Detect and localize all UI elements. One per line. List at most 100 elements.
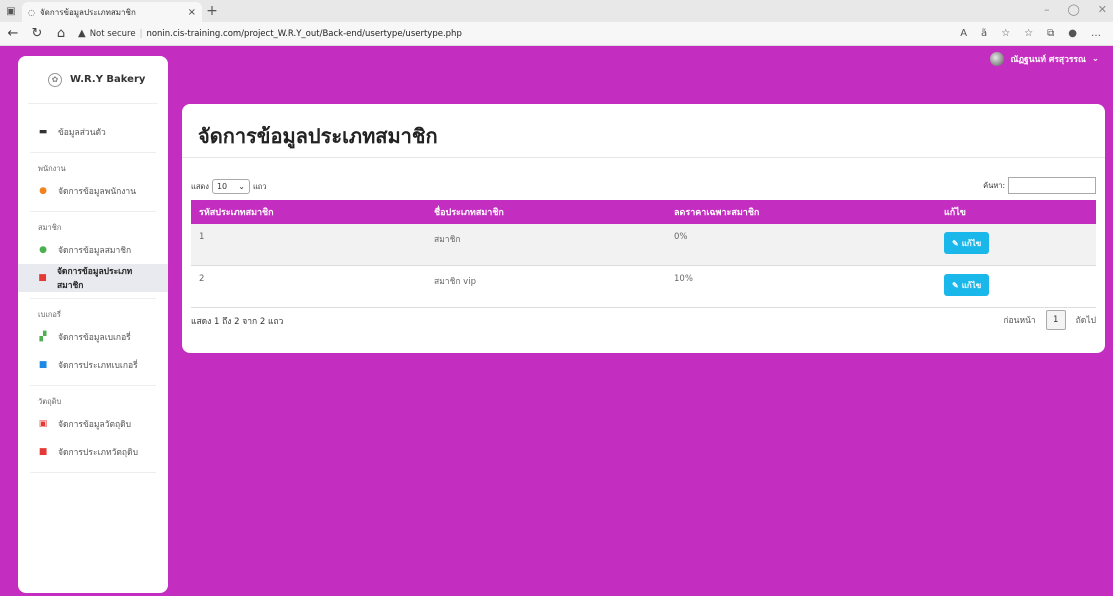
section-title-ingredients: วัตถุดิบ: [38, 397, 62, 406]
cell-edit: ✎ แก้ไข: [936, 232, 1096, 254]
page-title: จัดการข้อมูลประเภทสมาชิก: [198, 124, 438, 148]
divider: [30, 385, 156, 386]
cell-name: สมาชิก: [434, 235, 461, 245]
browser-tabbar: ▣ ◌ จัดการข้อมูลประเภทสมาชิก × + – ◯ ✕: [0, 0, 1113, 22]
divider: [30, 298, 156, 299]
favorites-icon[interactable]: ☆: [1024, 28, 1033, 39]
divider: [30, 211, 156, 212]
more-icon[interactable]: …: [1091, 28, 1101, 39]
sidebar-item-employees[interactable]: ● จัดการข้อมูลพนักงาน: [18, 177, 168, 205]
column-header-name[interactable]: ชื่อประเภทสมาชิก: [426, 205, 666, 219]
user-menu[interactable]: ณัฏฐนนท์ ศรสุวรรณ ⌄: [990, 52, 1099, 66]
gift-icon: ▣: [38, 419, 48, 429]
bakery-logo-icon: ✿: [48, 72, 62, 87]
sidebar-item-label: จัดการประเภทเบเกอรี่: [58, 361, 138, 371]
book-icon: ■: [38, 447, 48, 457]
sidebar-item-members[interactable]: ● จัดการข้อมูลสมาชิก: [18, 236, 168, 264]
not-secure-label: Not secure: [89, 28, 136, 39]
column-header-discount[interactable]: ลดราคาเฉพาะสมาชิก: [666, 205, 936, 219]
table-header: รหัสประเภทสมาชิก ชื่อประเภทสมาชิก ลดราคา…: [191, 200, 1096, 224]
section-title-members: สมาชิก: [38, 223, 62, 232]
warning-icon: ▲: [78, 28, 86, 39]
divider: [30, 152, 156, 153]
column-header-label: ชื่อประเภทสมาชิก: [434, 208, 504, 218]
edit-button-label: แก้ไข: [961, 280, 982, 290]
section-title-employee: พนักงาน: [38, 164, 66, 173]
window-controls: – ◯ ✕: [1044, 3, 1107, 16]
cell-discount: 0%: [674, 232, 688, 242]
new-tab-button[interactable]: +: [202, 3, 222, 19]
close-window-icon[interactable]: ✕: [1098, 3, 1107, 16]
sidebar-item-profile[interactable]: ▬ ข้อมูลส่วนตัว: [18, 118, 168, 146]
sidebar-item-ingredient-types[interactable]: ■ จัดการประเภทวัตถุดิบ: [18, 438, 168, 466]
edit-icon: ✎: [952, 238, 959, 248]
back-icon[interactable]: ←: [6, 26, 20, 41]
page-length-select[interactable]: 10 ⌄: [211, 179, 250, 194]
search-input[interactable]: [1008, 177, 1096, 194]
refresh-icon[interactable]: ↻: [30, 26, 44, 41]
cell-name: สมาชิก vip: [434, 277, 476, 287]
table-row: 1 สมาชิก 0% ✎ แก้ไข: [191, 224, 1096, 266]
search-control: ค้นหา:: [983, 177, 1096, 194]
rows-label: แถว: [252, 181, 267, 191]
sidebar-item-label: จัดการข้อมูลสมาชิก: [58, 246, 132, 256]
sidebar: ✿ W.R.Y Bakery ▬ ข้อมูลส่วนตัว พนักงาน ●…: [18, 56, 168, 593]
sidebar-item-label: จัดการข้อมูลประเภทสมาชิก: [56, 267, 133, 291]
home-icon[interactable]: ⌂: [54, 26, 68, 41]
book-icon: ■: [38, 360, 48, 370]
page-length-control: แสดง 10 ⌄ แถว: [191, 179, 267, 194]
collections-icon[interactable]: ⧉: [1047, 28, 1054, 39]
cell-discount: 10%: [674, 274, 693, 284]
page-length-value: 10: [216, 182, 228, 191]
member-type-table: รหัสประเภทสมาชิก ชื่อประเภทสมาชิก ลดราคา…: [191, 200, 1096, 308]
tab-favicon-icon: ◌: [28, 7, 35, 17]
column-header-label: แก้ไข: [944, 208, 966, 218]
content-card: จัดการข้อมูลประเภทสมาชิก แสดง 10 ⌄ แถว ค…: [182, 104, 1105, 353]
page-number-button[interactable]: 1: [1045, 310, 1066, 330]
browser-tab[interactable]: ◌ จัดการข้อมูลประเภทสมาชิก ×: [22, 2, 202, 22]
column-header-edit: แก้ไข: [936, 205, 1096, 219]
chevron-down-icon: ⌄: [238, 182, 245, 191]
tab-close-button[interactable]: ×: [188, 7, 196, 18]
sidebar-item-ingredients[interactable]: ▣ จัดการข้อมูลวัตถุดิบ: [18, 410, 168, 438]
favorite-add-icon[interactable]: ☆: [1001, 28, 1010, 39]
next-button[interactable]: ถัดไป: [1076, 313, 1096, 327]
read-aloud-icon[interactable]: A: [960, 28, 967, 39]
restore-icon[interactable]: ◯: [1067, 3, 1079, 16]
url-separator: |: [139, 28, 143, 39]
table-info: แสดง 1 ถึง 2 จาก 2 แถว: [191, 317, 284, 327]
sidebar-item-label: จัดการข้อมูลพนักงาน: [58, 187, 137, 197]
sidebar-nav: ▬ ข้อมูลส่วนตัว พนักงาน ● จัดการข้อมูลพน…: [18, 104, 168, 473]
edit-button[interactable]: ✎ แก้ไข: [944, 232, 990, 254]
cell-id: 1: [199, 232, 205, 242]
sidebar-item-member-types[interactable]: ■ จัดการข้อมูลประเภทสมาชิก: [18, 264, 168, 292]
sidebar-item-bakery-types[interactable]: ■ จัดการประเภทเบเกอรี่: [18, 351, 168, 379]
column-header-label: ลดราคาเฉพาะสมาชิก: [674, 208, 760, 218]
edit-button[interactable]: ✎ แก้ไข: [944, 274, 990, 296]
brand[interactable]: ✿ W.R.Y Bakery: [28, 56, 158, 104]
id-card-icon: ▬: [38, 127, 48, 137]
user-name: ณัฏฐนนท์ ศรสุวรรณ: [1010, 55, 1086, 65]
brand-name: W.R.Y Bakery: [70, 74, 146, 85]
browser-toolbar: A ã ☆ ☆ ⧉ ● …: [960, 28, 1107, 39]
address-bar: ← ↻ ⌂ ▲ Not secure | nonin.cis-training.…: [0, 22, 1113, 46]
divider: [182, 157, 1105, 158]
avatar: [990, 52, 1005, 66]
sitemap-icon: ▞: [39, 332, 47, 342]
sidebar-item-bakery[interactable]: ▞ จัดการข้อมูลเบเกอรี่: [18, 323, 168, 351]
users-icon: ●: [39, 245, 47, 255]
tab-actions-icon[interactable]: ▣: [0, 0, 22, 22]
chevron-down-icon: ⌄: [1091, 54, 1099, 64]
url-field[interactable]: ▲ Not secure | nonin.cis-training.com/pr…: [78, 28, 950, 39]
profile-icon[interactable]: ●: [1068, 28, 1077, 39]
sidebar-item-label: จัดการข้อมูลวัตถุดิบ: [58, 420, 132, 430]
translate-icon[interactable]: ã: [981, 28, 987, 39]
cell-id: 2: [199, 274, 205, 284]
edit-icon: ✎: [952, 280, 959, 290]
previous-button[interactable]: ก่อนหน้า: [1003, 313, 1035, 327]
minimize-icon[interactable]: –: [1044, 3, 1050, 16]
table-row: 2 สมาชิก vip 10% ✎ แก้ไข: [191, 266, 1096, 308]
column-header-label: รหัสประเภทสมาชิก: [199, 208, 274, 218]
column-header-id[interactable]: รหัสประเภทสมาชิก: [191, 205, 426, 219]
book-icon: ■: [38, 273, 47, 283]
